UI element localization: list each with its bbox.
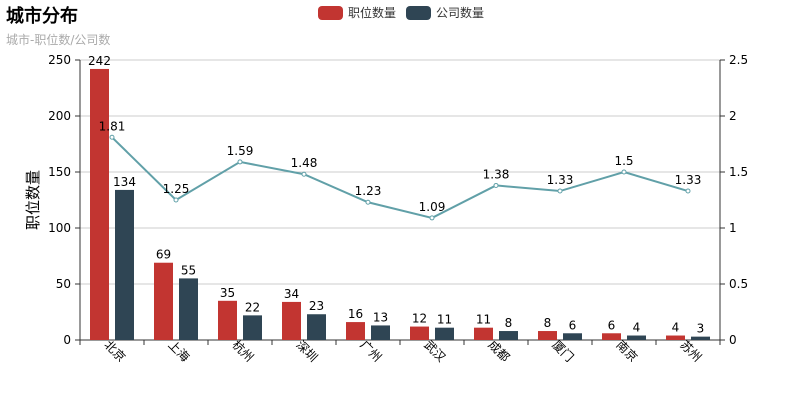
bar [282, 301, 301, 340]
bar [563, 333, 582, 340]
bar-value-label: 134 [113, 175, 136, 189]
y-tick-label: 250 [48, 53, 71, 67]
line-value-label: 1.59 [227, 144, 254, 158]
bar-value-label: 6 [608, 318, 616, 332]
x-tick-label: 成都 [485, 338, 512, 365]
y2-tick-label: 0.5 [729, 277, 748, 291]
y-axis-title: 职位数量 [24, 170, 42, 230]
line-point [685, 188, 691, 194]
bar-value-label: 23 [309, 299, 324, 313]
series-line [111, 136, 689, 219]
bar [243, 315, 262, 340]
line-value-label: 1.81 [99, 119, 126, 133]
line-point [429, 215, 435, 221]
x-tick-label: 南京 [613, 337, 641, 365]
line-point [173, 197, 179, 203]
bar [666, 335, 685, 340]
y2-tick-label: 2.5 [729, 53, 748, 67]
bar [499, 331, 518, 340]
bar-value-label: 242 [88, 54, 111, 68]
x-tick-label: 苏州 [677, 338, 704, 365]
line-value-label: 1.33 [547, 173, 574, 187]
chart-container: 城市分布 城市-职位数/公司数 职位数量 公司数量 0 0 50 0.5 100 1 150… [0, 0, 800, 400]
line-value-label: 1.09 [419, 200, 446, 214]
line-value-label: 1.38 [483, 167, 510, 181]
bar-value-label: 11 [476, 313, 491, 327]
line-point [301, 171, 307, 177]
bar-value-label: 8 [505, 316, 513, 330]
y2-tick-label: 0 [729, 333, 737, 347]
bar [410, 326, 429, 340]
bar [691, 336, 710, 340]
bar [627, 335, 646, 340]
line-point [493, 182, 499, 188]
x-tick-label: 武汉 [421, 338, 448, 365]
line-point [109, 134, 115, 140]
bar-value-label: 35 [220, 286, 235, 300]
line-value-label: 1.33 [675, 173, 702, 187]
bar [435, 327, 454, 340]
line-value-label: 1.5 [614, 154, 633, 168]
bar [602, 333, 621, 340]
bar-value-label: 8 [544, 316, 552, 330]
line-point [621, 169, 627, 175]
x-tick-label: 深圳 [293, 338, 320, 365]
x-tick-label: 杭州 [229, 337, 257, 365]
x-tick-label: 上海 [165, 337, 193, 365]
bar-value-label: 34 [284, 287, 299, 301]
line-value-label: 1.48 [291, 156, 318, 170]
bar [115, 189, 134, 340]
bar-value-label: 22 [245, 300, 260, 314]
bar-value-label: 4 [633, 321, 641, 335]
y2-tick-label: 2 [729, 109, 737, 123]
x-tick-label: 广州 [357, 338, 384, 365]
line-value-label: 1.25 [163, 182, 190, 196]
bar-value-label: 55 [181, 263, 196, 277]
bar-value-label: 3 [697, 322, 705, 336]
bar [154, 262, 173, 340]
bar-value-label: 69 [156, 248, 171, 262]
y2-tick-label: 1.5 [729, 165, 748, 179]
line-value-label: 1.23 [355, 184, 382, 198]
bar-value-label: 12 [412, 312, 427, 326]
y-tick-label: 150 [48, 165, 71, 179]
line-point [237, 159, 243, 165]
y-tick-label: 100 [48, 221, 71, 235]
bar-value-label: 16 [348, 307, 363, 321]
bar-value-label: 13 [373, 310, 388, 324]
bar [179, 278, 198, 340]
bar [538, 331, 557, 340]
bar [346, 322, 365, 340]
bar [474, 327, 493, 340]
bar-value-label: 4 [672, 321, 680, 335]
line-point [365, 199, 371, 205]
x-tick-label: 北京 [101, 338, 128, 365]
y2-tick-label: 1 [729, 221, 737, 235]
y-tick-label: 50 [56, 277, 71, 291]
bar-value-label: 6 [569, 318, 577, 332]
plot-area: 0 0 50 0.5 100 1 150 1.5 200 2 250 2.5 职位数量北京 上海 杭州 深圳 广… [24, 53, 748, 365]
bar [218, 300, 237, 340]
bar-value-label: 11 [437, 313, 452, 327]
bar [371, 325, 390, 340]
y-tick-label: 0 [63, 333, 71, 347]
bar [90, 68, 109, 341]
x-tick-label: 厦门 [549, 337, 577, 365]
line-point [557, 188, 563, 194]
y-tick-label: 200 [48, 109, 71, 123]
bar [307, 314, 326, 340]
